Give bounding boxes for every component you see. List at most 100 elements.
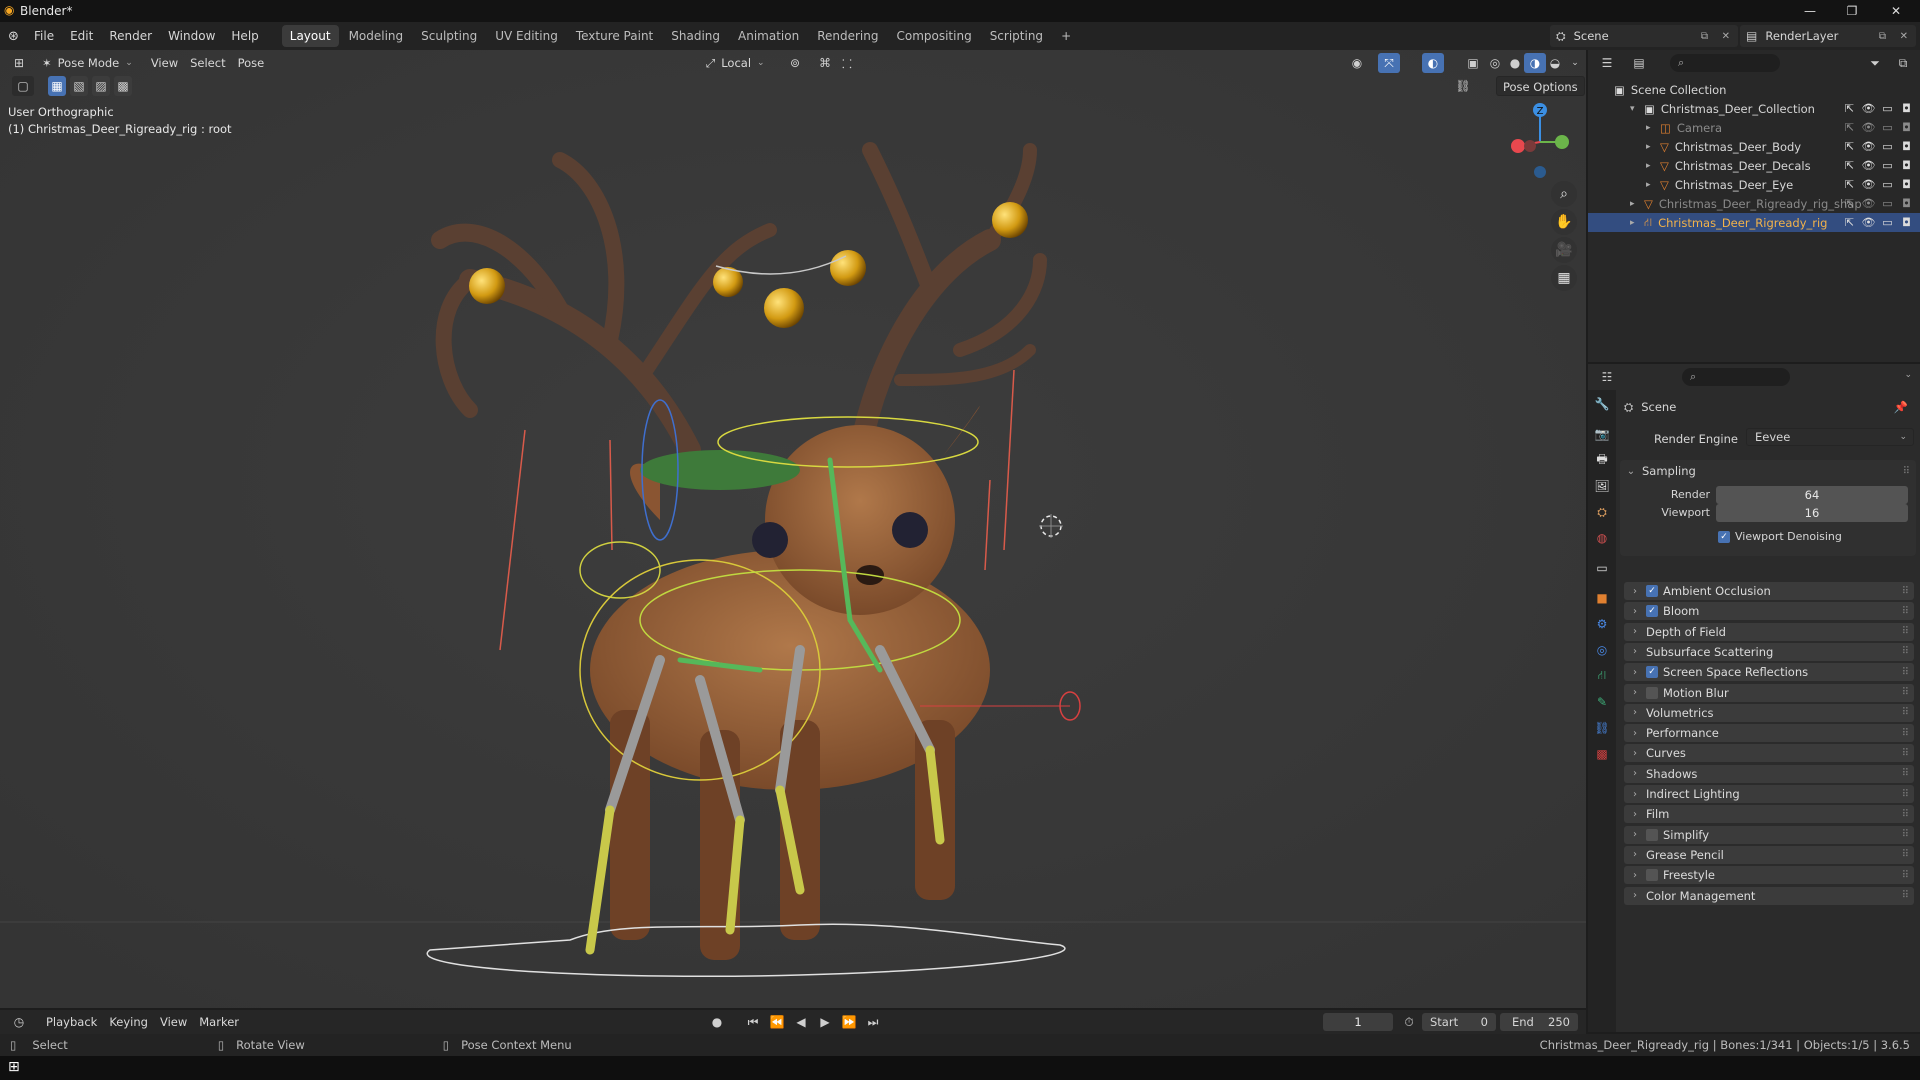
viewport-samples-field[interactable]: 16 (1716, 504, 1908, 522)
bone-tab-icon[interactable]: ✎ (1590, 690, 1614, 714)
drag-handle-icon[interactable]: ⠿ (1902, 687, 1909, 698)
timeline-editor-icon[interactable]: ◷ (8, 1012, 30, 1032)
panel-simplify[interactable]: › Simplify ⠿ (1624, 825, 1914, 844)
select-new-icon[interactable]: ▦ (48, 76, 66, 96)
outliner-row[interactable]: ▸ ▽ Christmas_Deer_Decals ⇱ 👁 ▭ ◘ (1588, 156, 1920, 175)
checkbox-unchecked-icon[interactable] (1646, 686, 1658, 699)
outliner-row[interactable]: ▸ ▽ Christmas_Deer_Rigready_rig_shap ⇱ 👁 ▭ ◘ (1588, 194, 1920, 213)
properties-search-input[interactable]: ⌕ (1682, 368, 1790, 386)
panel-screen-space-reflections[interactable]: › ✓ Screen Space Reflections ⠿ (1624, 663, 1914, 682)
next-keyframe-icon[interactable]: ⏩ (838, 1012, 860, 1032)
properties-editor-icon[interactable]: ☷ (1596, 367, 1618, 387)
expand-arrow-icon[interactable]: ▸ (1646, 142, 1660, 152)
pin-icon[interactable]: 📌 (1894, 400, 1908, 414)
checkbox-checked-icon[interactable]: ✓ (1646, 585, 1658, 597)
object-tab-icon[interactable]: ■ (1590, 586, 1614, 610)
mode-dropdown[interactable]: ✶ Pose Mode ⌄ (36, 53, 139, 73)
new-view-layer-icon[interactable]: ⧉ (1879, 31, 1886, 42)
panel-performance[interactable]: › Performance ⠿ (1624, 724, 1914, 743)
record-icon[interactable]: ● (706, 1012, 728, 1032)
pan-hand-icon[interactable]: ✋ (1551, 209, 1577, 235)
view-layer-selector[interactable]: ▤ RenderLayer ⧉ ✕ (1740, 25, 1916, 47)
camera-render-icon[interactable]: ◘ (1899, 120, 1914, 135)
3d-viewport[interactable]: ⊞ ✶ Pose Mode ⌄ View Select Pose ⤢ Local… (0, 50, 1586, 1008)
camera-render-icon[interactable]: ◘ (1899, 139, 1914, 154)
play-icon[interactable]: ▶ (814, 1012, 836, 1032)
menu-marker[interactable]: Marker (193, 1012, 245, 1032)
panel-shadows[interactable]: › Shadows ⠿ (1624, 764, 1914, 783)
tab-scripting[interactable]: Scripting (982, 25, 1051, 47)
menu-select[interactable]: Select (184, 53, 231, 73)
close-button[interactable]: ✕ (1874, 0, 1918, 22)
scene-collection-row[interactable]: ▣ Scene Collection (1588, 80, 1920, 99)
overlays-toggle-icon[interactable]: ◐ (1422, 53, 1444, 73)
rendered-shading-icon[interactable]: ◒ (1544, 53, 1566, 73)
panel-ambient-occlusion[interactable]: › ✓ Ambient Occlusion ⠿ (1624, 582, 1914, 600)
output-tab-icon[interactable]: 🖶 (1590, 448, 1614, 472)
gizmo-toggle-icon[interactable]: ⤧ (1378, 53, 1400, 73)
physics-tab-icon[interactable]: ◎ (1590, 638, 1614, 662)
monitor-icon[interactable]: ▭ (1880, 196, 1895, 211)
eye-icon[interactable]: 👁 (1861, 101, 1876, 116)
eye-icon[interactable]: 👁 (1861, 177, 1876, 192)
drag-handle-icon[interactable]: ⠿ (1902, 586, 1909, 597)
pivot-icon[interactable]: ⊚ (784, 53, 806, 73)
drag-handle-icon[interactable]: ⠿ (1902, 646, 1909, 657)
panel-color-management[interactable]: › Color Management ⠿ (1624, 886, 1914, 905)
minimize-button[interactable]: — (1788, 0, 1832, 22)
panel-depth-of-field[interactable]: › Depth of Field ⠿ (1624, 622, 1914, 641)
filter-icon[interactable]: ⏷ (1864, 53, 1886, 73)
expand-arrow-icon[interactable]: ▸ (1646, 161, 1660, 171)
tab-uv-editing[interactable]: UV Editing (487, 25, 566, 47)
panel-subsurface-scattering[interactable]: › Subsurface Scattering ⠿ (1624, 642, 1914, 661)
remove-scene-icon[interactable]: ✕ (1722, 31, 1730, 42)
panel-volumetrics[interactable]: › Volumetrics ⠿ (1624, 703, 1914, 722)
checkbox-checked-icon[interactable]: ✓ (1646, 666, 1658, 679)
monitor-icon[interactable]: ▭ (1880, 158, 1895, 173)
outliner-search-input[interactable]: ⌕ (1670, 54, 1780, 72)
blender-menu-icon[interactable]: ⊛ (8, 29, 26, 44)
drag-handle-icon[interactable]: ⠿ (1902, 606, 1909, 617)
wireframe-shading-icon[interactable]: ◎ (1484, 53, 1506, 73)
drag-handle-icon[interactable]: ⠿ (1902, 829, 1909, 840)
drag-handle-icon[interactable]: ⠿ (1902, 789, 1909, 800)
maximize-button[interactable]: ❐ (1830, 0, 1874, 22)
panel-motion-blur[interactable]: › Motion Blur ⠿ (1624, 683, 1914, 702)
select-toggle-icon[interactable]: ⇱ (1842, 215, 1857, 230)
collection-tab-icon[interactable]: ▭ (1590, 556, 1614, 580)
tab-rendering[interactable]: Rendering (809, 25, 886, 47)
jump-end-icon[interactable]: ⏭ (862, 1012, 884, 1032)
play-reverse-icon[interactable]: ◀ (790, 1012, 812, 1032)
menu-file[interactable]: File (26, 22, 62, 50)
tab-shading[interactable]: Shading (663, 25, 728, 47)
monitor-icon[interactable]: ▭ (1880, 101, 1895, 116)
start-frame-field[interactable]: Start 0 (1422, 1013, 1496, 1031)
tab-texture-paint[interactable]: Texture Paint (568, 25, 661, 47)
drag-handle-icon[interactable]: ⠿ (1902, 728, 1909, 739)
render-tab-icon[interactable]: 📷 (1590, 422, 1614, 446)
menu-render[interactable]: Render (101, 22, 160, 50)
expand-arrow-icon[interactable]: ▾ (1630, 104, 1644, 114)
checkbox-unchecked-icon[interactable] (1646, 828, 1658, 841)
panel-bloom[interactable]: › ✓ Bloom ⠿ (1624, 602, 1914, 621)
select-toggle-icon[interactable]: ⇱ (1842, 196, 1857, 211)
tab-sculpting[interactable]: Sculpting (413, 25, 485, 47)
drag-handle-icon[interactable]: ⠿ (1902, 667, 1909, 678)
panel-freestyle[interactable]: › Freestyle ⠿ (1624, 866, 1914, 885)
bone-constraint-tab-icon[interactable]: ⛓ (1590, 716, 1614, 740)
monitor-icon[interactable]: ▭ (1880, 139, 1895, 154)
tab-modeling[interactable]: Modeling (341, 25, 412, 47)
drag-handle-icon[interactable]: ⠿ (1902, 707, 1909, 718)
viewport-denoising-checkbox[interactable]: ✓ Viewport Denoising (1718, 530, 1842, 543)
bone-collection-icon[interactable]: ⛓ (1452, 76, 1474, 96)
add-workspace-button[interactable]: + (1053, 25, 1079, 47)
drag-handle-icon[interactable]: ⠿ (1902, 768, 1909, 779)
solid-shading-icon[interactable]: ● (1504, 53, 1526, 73)
snap-icon[interactable]: ⌘ (814, 53, 836, 73)
menu-pose[interactable]: Pose (232, 53, 271, 73)
select-toggle-icon[interactable]: ⇱ (1842, 158, 1857, 173)
select-toggle-icon[interactable]: ⇱ (1842, 101, 1857, 116)
camera-render-icon[interactable]: ◘ (1899, 177, 1914, 192)
world-tab-icon[interactable]: ◍ (1590, 526, 1614, 550)
drag-handle-icon[interactable]: ⠿ (1902, 748, 1909, 759)
